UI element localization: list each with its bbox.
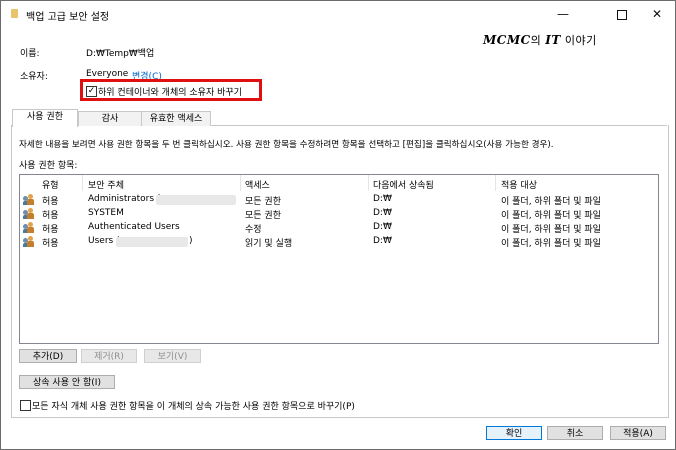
user-group-icon: [23, 208, 35, 219]
title-bar[interactable]: 백업 고급 보안 설정 — ✕: [1, 1, 675, 27]
row-type: 허용: [42, 197, 59, 207]
row-access: 모든 권한: [245, 211, 281, 221]
user-group-icon: [23, 222, 35, 233]
name-value: D:₩Temp₩백업: [86, 49, 155, 59]
row-applies: 이 폴더, 하위 폴더 및 파일: [501, 225, 601, 235]
table-row[interactable]: 허용 Administrators ( 모든 권한 D:₩ 이 폴더, 하위 폴…: [20, 193, 658, 207]
close-button[interactable]: ✕: [639, 1, 675, 27]
table-row[interactable]: 허용 Users ( ) 읽기 및 실행 D:₩ 이 폴더, 하위 폴더 및 파…: [20, 235, 658, 249]
watermark-mid: 의: [530, 34, 546, 47]
row-inherited: D:₩: [373, 222, 392, 232]
disable-inheritance-button[interactable]: 상속 사용 안 함(I): [19, 375, 115, 389]
column-separator: [368, 175, 369, 191]
maximize-button[interactable]: [604, 1, 640, 27]
watermark-rest: 이야기: [560, 34, 597, 47]
add-button[interactable]: 추가(D): [19, 349, 77, 363]
user-group-icon: [23, 194, 35, 205]
apply-button[interactable]: 적용(A): [610, 426, 666, 440]
row-principal: Authenticated Users: [88, 222, 180, 232]
col-applies[interactable]: 적용 대상: [501, 178, 537, 191]
row-principal: Administrators (: [88, 194, 161, 204]
owner-label: 소유자:: [20, 72, 48, 82]
replace-child-permissions-label: 모든 자식 개체 사용 권한 항목을 이 개체의 상속 가능한 사용 권한 항목…: [32, 402, 355, 412]
view-button[interactable]: 보기(V): [144, 349, 201, 363]
entries-label: 사용 권한 항목:: [19, 161, 78, 171]
row-principal: SYSTEM: [88, 208, 124, 218]
replace-child-permissions-checkbox[interactable]: [20, 400, 31, 411]
owner-value: Everyone: [86, 69, 129, 79]
table-row[interactable]: 허용 SYSTEM 모든 권한 D:₩ 이 폴더, 하위 폴더 및 파일: [20, 207, 658, 221]
row-principal-end: ): [189, 236, 193, 246]
row-type: 허용: [42, 211, 59, 221]
user-group-icon: [23, 236, 35, 247]
watermark-it: IT: [545, 33, 561, 47]
replace-owner-checkbox[interactable]: ✓: [86, 86, 97, 97]
row-inherited: D:₩: [373, 236, 392, 246]
redacted-area: [156, 195, 236, 205]
tab-auditing[interactable]: 감사: [78, 111, 142, 126]
col-inherited[interactable]: 다음에서 상속됨: [373, 178, 434, 191]
watermark-brand: MCMC: [483, 33, 531, 47]
table-row[interactable]: 허용 Authenticated Users 수정 D:₩ 이 폴더, 하위 폴…: [20, 221, 658, 235]
col-access[interactable]: 액세스: [245, 178, 270, 191]
name-label: 이름:: [20, 49, 40, 59]
table-header: 유형 보안 주체 액세스 다음에서 상속됨 적용 대상: [20, 175, 658, 191]
advanced-security-window: 백업 고급 보안 설정 — ✕ 이름: D:₩Temp₩백업 MCMC의 IT …: [0, 0, 676, 450]
replace-owner-label: 하위 컨테이너와 개체의 소유자 바꾸기: [98, 88, 242, 98]
row-inherited: D:₩: [373, 208, 392, 218]
remove-button[interactable]: 제거(R): [81, 349, 137, 363]
column-separator: [82, 175, 83, 191]
row-type: 허용: [42, 225, 59, 235]
row-access: 수정: [245, 225, 262, 235]
col-type[interactable]: 유형: [42, 178, 59, 191]
row-inherited: D:₩: [373, 194, 392, 204]
folder-icon: [11, 9, 18, 18]
col-principal[interactable]: 보안 주체: [88, 178, 124, 191]
redacted-area: [116, 237, 188, 247]
row-applies: 이 폴더, 하위 폴더 및 파일: [501, 197, 601, 207]
column-separator: [495, 175, 496, 191]
ok-button[interactable]: 확인: [486, 426, 542, 440]
minimize-button[interactable]: —: [545, 1, 581, 27]
permission-entries-table[interactable]: 유형 보안 주체 액세스 다음에서 상속됨 적용 대상 허용 Administr…: [19, 174, 659, 344]
window-title: 백업 고급 보안 설정: [26, 12, 110, 23]
row-applies: 이 폴더, 하위 폴더 및 파일: [501, 211, 601, 221]
row-principal: Users (: [88, 236, 120, 246]
maximize-icon: [617, 9, 627, 20]
cancel-button[interactable]: 취소: [547, 426, 603, 440]
instructions-text: 자세한 내용을 보려면 사용 권한 항목을 두 번 클릭하십시오. 사용 권한 …: [19, 140, 554, 150]
watermark: MCMC의 IT 이야기: [483, 32, 597, 48]
tab-effective-access[interactable]: 유효한 액세스: [141, 111, 211, 126]
row-applies: 이 폴더, 하위 폴더 및 파일: [501, 239, 601, 249]
row-access: 모든 권한: [245, 197, 281, 207]
column-separator: [240, 175, 241, 191]
row-type: 허용: [42, 239, 59, 249]
row-access: 읽기 및 실행: [245, 239, 293, 249]
